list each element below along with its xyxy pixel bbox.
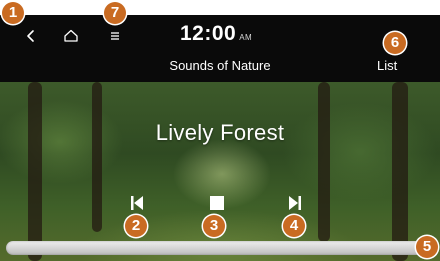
callout-badge-6: 6	[384, 32, 406, 54]
tree-trunk	[28, 82, 42, 261]
chevron-left-icon	[27, 30, 34, 42]
menu-button[interactable]	[106, 26, 124, 46]
callout-badge-3: 3	[203, 215, 225, 237]
tree-trunk	[392, 82, 408, 261]
top-bar: 12:00 AM Sounds of Nature List	[0, 15, 440, 82]
tree-trunk	[92, 82, 102, 232]
callout-badge-7: 7	[104, 2, 126, 24]
track-title: Lively Forest	[155, 120, 285, 145]
clock-time: 12:00	[180, 22, 237, 45]
media-player-screen: 12:00 AM Sounds of Nature List Lively For…	[0, 0, 440, 261]
callout-badge-1: 1	[2, 2, 24, 24]
home-icon	[64, 29, 78, 42]
stop-icon	[210, 196, 224, 210]
callout-badge-5: 5	[416, 236, 438, 258]
tree-trunk	[318, 82, 330, 242]
menu-icon	[111, 32, 119, 40]
skip-forward-button[interactable]	[284, 192, 306, 214]
skip-back-icon	[131, 196, 143, 210]
stop-button[interactable]	[206, 192, 228, 214]
callout-badge-2: 2	[125, 215, 147, 237]
playback-progress-bar[interactable]	[6, 241, 426, 255]
back-button[interactable]	[22, 26, 40, 46]
clock: 12:00 AM	[180, 22, 252, 46]
skip-back-button[interactable]	[126, 192, 148, 214]
list-button[interactable]: List	[377, 58, 397, 73]
skip-forward-icon	[289, 196, 301, 210]
home-button[interactable]	[62, 26, 80, 46]
source-title: Sounds of Nature	[169, 58, 271, 73]
clock-ampm: AM	[239, 33, 253, 42]
callout-badge-4: 4	[283, 215, 305, 237]
